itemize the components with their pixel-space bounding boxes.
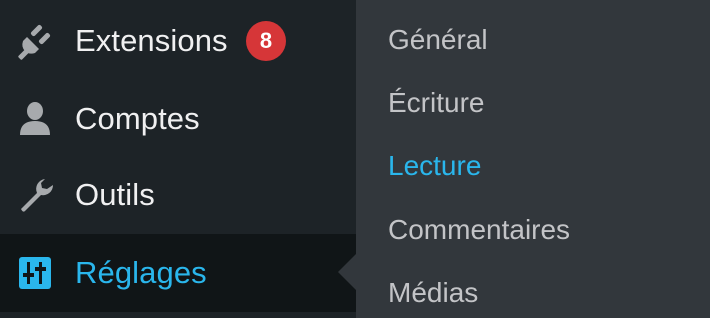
menu-item-comptes[interactable]: Comptes (0, 80, 356, 158)
admin-menu: Extensions 8 Comptes Outils Réglages (0, 0, 356, 318)
plug-icon (14, 20, 56, 62)
user-icon (14, 98, 56, 140)
settings-submenu: Général Écriture Lecture Commentaires Mé… (356, 0, 710, 318)
menu-item-label: Comptes (75, 101, 200, 136)
menu-item-label: Outils (75, 177, 155, 212)
menu-item-reglages[interactable]: Réglages (0, 234, 356, 312)
menu-item-label: Extensions (75, 23, 228, 58)
submenu-item-medias[interactable]: Médias (388, 277, 478, 309)
submenu-item-general[interactable]: Général (388, 24, 488, 56)
wrench-icon (14, 174, 56, 216)
current-menu-arrow (338, 254, 356, 290)
submenu-item-ecriture[interactable]: Écriture (388, 87, 484, 119)
submenu-item-commentaires[interactable]: Commentaires (388, 214, 570, 246)
submenu-item-lecture[interactable]: Lecture (388, 150, 481, 182)
menu-item-label: Réglages (75, 255, 207, 290)
sliders-icon (14, 252, 56, 294)
menu-item-outils[interactable]: Outils (0, 156, 356, 234)
menu-item-extensions[interactable]: Extensions 8 (0, 2, 356, 80)
update-count-badge: 8 (246, 21, 286, 61)
